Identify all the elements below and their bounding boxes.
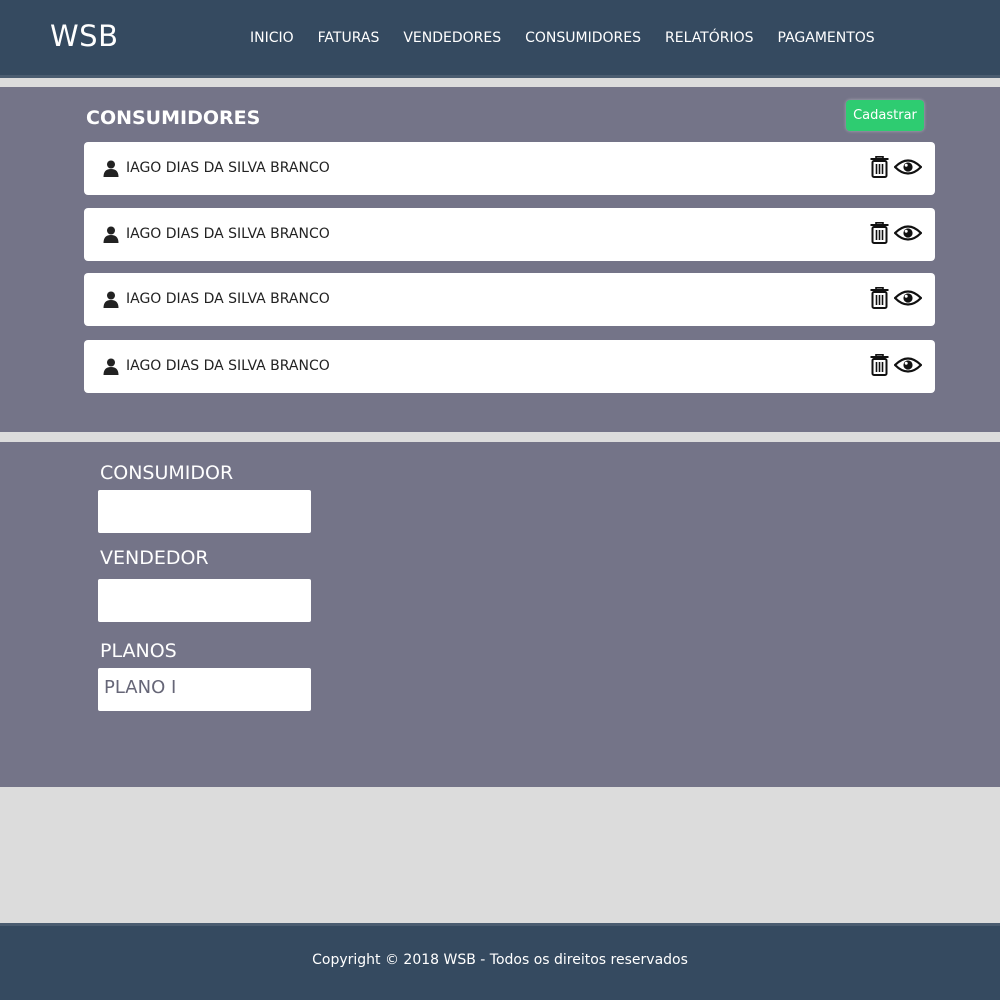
consumer-label: CONSUMIDOR: [100, 462, 234, 484]
user-icon: [103, 160, 119, 177]
user-icon: [103, 291, 119, 308]
nav-link-vendedores[interactable]: VENDEDORES: [403, 30, 501, 46]
seller-input[interactable]: [98, 579, 311, 622]
cadastrar-button[interactable]: Cadastrar: [846, 100, 924, 131]
trash-icon[interactable]: [870, 222, 889, 244]
brand-logo[interactable]: WSB: [50, 19, 118, 53]
consumer-name: IAGO DIAS DA SILVA BRANCO: [126, 291, 330, 307]
consumer-name: IAGO DIAS DA SILVA BRANCO: [126, 226, 330, 242]
consumer-card: IAGO DIAS DA SILVA BRANCO: [84, 273, 935, 326]
consumers-list-section: CONSUMIDORES Cadastrar IAGO DIAS DA SILV…: [0, 87, 1000, 432]
consumer-card: IAGO DIAS DA SILVA BRANCO: [84, 208, 935, 261]
plans-select[interactable]: PLANO I: [98, 668, 311, 711]
top-navbar: WSB INICIO FATURAS VENDEDORES CONSUMIDOR…: [0, 0, 1000, 78]
trash-icon[interactable]: [870, 156, 889, 178]
nav-links: INICIO FATURAS VENDEDORES CONSUMIDORES R…: [250, 30, 899, 46]
eye-icon[interactable]: [894, 157, 922, 177]
footer: Copyright © 2018 WSB - Todos os direitos…: [0, 923, 1000, 1000]
consumer-input[interactable]: [98, 490, 311, 533]
seller-label: VENDEDOR: [100, 547, 209, 569]
user-icon: [103, 358, 119, 375]
section-title: CONSUMIDORES: [86, 107, 261, 129]
nav-link-pagamentos[interactable]: PAGAMENTOS: [778, 30, 875, 46]
nav-link-relatorios[interactable]: RELATÓRIOS: [665, 30, 754, 46]
nav-link-faturas[interactable]: FATURAS: [318, 30, 380, 46]
consumer-card: IAGO DIAS DA SILVA BRANCO: [84, 340, 935, 393]
eye-icon[interactable]: [894, 288, 922, 308]
nav-link-inicio[interactable]: INICIO: [250, 30, 294, 46]
consumer-name: IAGO DIAS DA SILVA BRANCO: [126, 160, 330, 176]
plans-label: PLANOS: [100, 640, 177, 662]
footer-copyright: Copyright © 2018 WSB - Todos os direitos…: [312, 952, 688, 968]
invoice-form-section: CONSUMIDOR VENDEDOR PLANOS PLANO I: [0, 442, 1000, 787]
consumer-name: IAGO DIAS DA SILVA BRANCO: [126, 358, 330, 374]
eye-icon[interactable]: [894, 355, 922, 375]
trash-icon[interactable]: [870, 354, 889, 376]
eye-icon[interactable]: [894, 223, 922, 243]
trash-icon[interactable]: [870, 287, 889, 309]
nav-link-consumidores[interactable]: CONSUMIDORES: [525, 30, 641, 46]
consumer-card: IAGO DIAS DA SILVA BRANCO: [84, 142, 935, 195]
user-icon: [103, 226, 119, 243]
